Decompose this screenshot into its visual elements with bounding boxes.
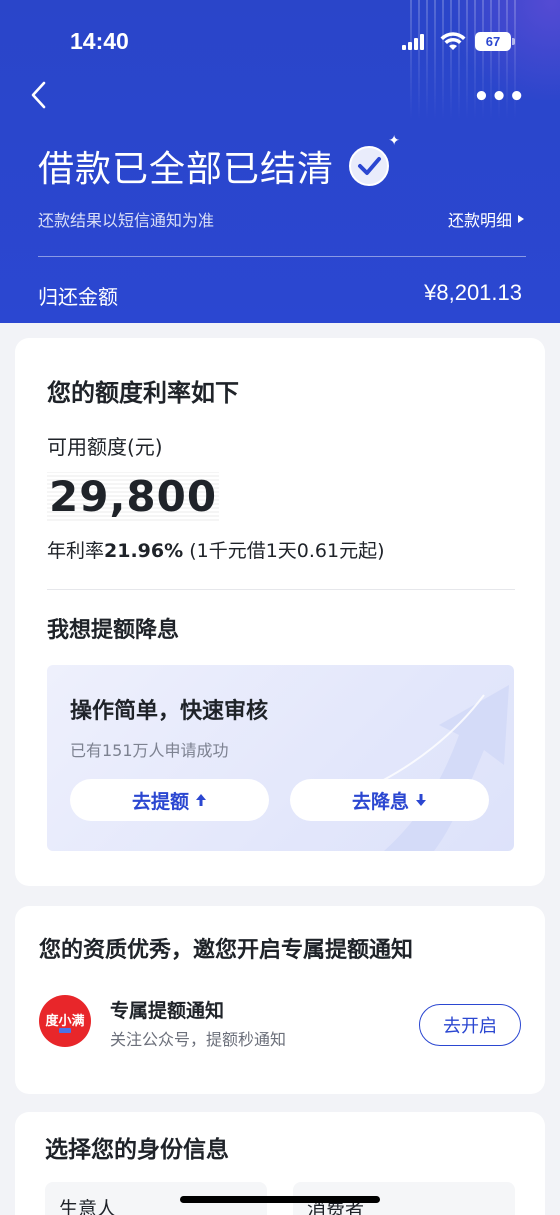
- rate-prefix: 年利率: [47, 540, 105, 562]
- available-amount: 29,800: [47, 472, 220, 521]
- enable-notify-button[interactable]: 去开启: [419, 1004, 521, 1046]
- subtitle: 还款结果以短信通知为准: [38, 211, 215, 230]
- promo-desc: 已有151万人申请成功: [70, 741, 229, 760]
- credit-title: 您的额度利率如下: [47, 379, 239, 407]
- notify-title: 您的资质优秀，邀您开启专属提额通知: [39, 938, 414, 963]
- credit-card: 您的额度利率如下 可用额度(元) 29,800 年利率21.96% (1千元借1…: [15, 338, 545, 886]
- battery-icon: 67: [475, 32, 515, 51]
- notify-item-name: 专属提额通知: [110, 1000, 225, 1022]
- raise-limit-button[interactable]: 去提额: [70, 779, 269, 821]
- status-time: 14:40: [70, 28, 129, 54]
- home-indicator[interactable]: [180, 1196, 380, 1203]
- notify-item-desc: 关注公众号，提额秒通知: [110, 1030, 287, 1049]
- arrow-up-icon: [196, 794, 206, 806]
- section-title: 我想提额降息: [47, 618, 180, 643]
- caret-right-icon: [518, 215, 524, 223]
- arrow-up-decoration-icon: [373, 685, 509, 851]
- rate-suffix: (1千元借1天0.61元起): [183, 540, 385, 562]
- logo-mark-icon: [59, 1028, 71, 1033]
- repay-label: 归还金额: [38, 285, 118, 309]
- rate-line: 年利率21.96% (1千元借1天0.61元起): [47, 536, 385, 563]
- available-label: 可用额度(元): [47, 435, 163, 459]
- repayment-detail-label: 还款明细: [447, 211, 512, 230]
- title-row: 借款已全部已结清 ✦: [38, 133, 400, 192]
- wifi-icon: [440, 32, 466, 50]
- page-title: 借款已全部已结清: [38, 149, 335, 190]
- lower-rate-label: 去降息: [351, 790, 409, 813]
- header: 14:40 67 ••• 借款已全部已结清 ✦ 还款结果以短信通知为准 还款明细…: [0, 0, 560, 323]
- promo-banner: 操作简单，快速审核 已有151万人申请成功 去提额 去降息: [47, 665, 514, 851]
- divider: [38, 256, 526, 257]
- repay-amount: ¥8,201.13: [424, 280, 522, 305]
- identity-title: 选择您的身份信息: [45, 1137, 229, 1163]
- promo-title: 操作简单，快速审核: [70, 699, 269, 724]
- signal-icon: [402, 34, 428, 50]
- notify-card: 您的资质优秀，邀您开启专属提额通知 度小满 专属提额通知 关注公众号，提额秒通知…: [15, 906, 545, 1094]
- back-icon[interactable]: [28, 80, 52, 110]
- divider: [47, 589, 515, 590]
- duxiaoman-logo: 度小满: [39, 995, 91, 1047]
- raise-limit-label: 去提额: [131, 790, 189, 813]
- arrow-down-icon: [416, 794, 426, 806]
- check-badge-icon: ✦: [348, 133, 400, 187]
- repayment-detail-link[interactable]: 还款明细: [448, 207, 524, 231]
- logo-text: 度小满: [45, 1014, 85, 1029]
- status-bar: 14:40 67: [0, 0, 560, 80]
- sparkle-icon: ✦: [388, 133, 401, 149]
- more-icon[interactable]: •••: [473, 82, 526, 112]
- lower-rate-button[interactable]: 去降息: [290, 779, 489, 821]
- rate-value: 21.96%: [104, 540, 184, 562]
